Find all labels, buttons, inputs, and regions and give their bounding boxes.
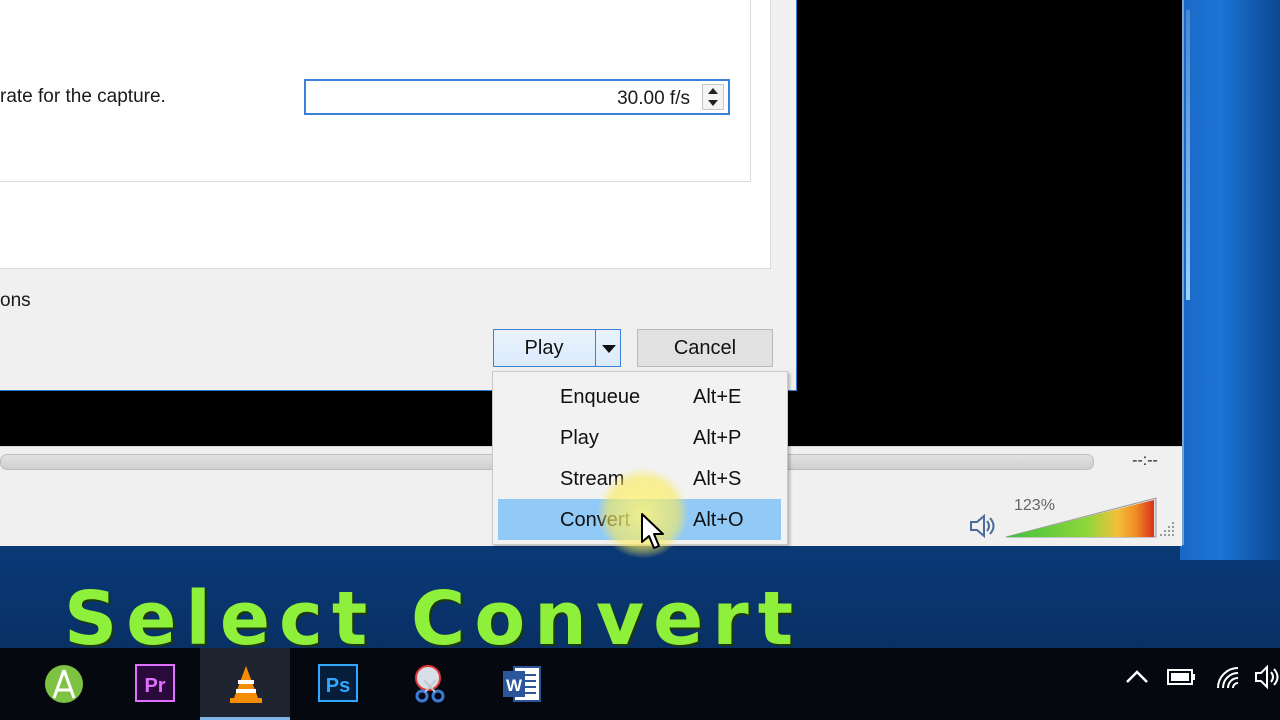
chevron-up-icon[interactable] bbox=[1124, 664, 1150, 690]
dropdown-arrow-icon[interactable] bbox=[595, 330, 621, 366]
spin-down-icon[interactable] bbox=[703, 97, 723, 109]
menu-item-play[interactable]: Play Alt+P bbox=[498, 417, 781, 458]
volume-slider[interactable] bbox=[1004, 494, 1158, 538]
svg-text:W: W bbox=[506, 676, 523, 695]
menu-item-shortcut: Alt+S bbox=[693, 468, 742, 490]
frame-rate-input[interactable]: 30.00 f/s bbox=[304, 79, 730, 115]
taskbar-word[interactable]: W bbox=[476, 648, 566, 720]
play-split-button[interactable]: Play bbox=[493, 329, 621, 367]
wifi-icon[interactable] bbox=[1214, 664, 1244, 690]
frame-rate-label: rate for the capture. bbox=[0, 86, 166, 107]
taskbar-snipping-tool[interactable] bbox=[384, 648, 474, 720]
more-options-label[interactable]: ons bbox=[0, 290, 31, 312]
photoshop-icon: Ps bbox=[318, 664, 358, 702]
svg-text:Pr: Pr bbox=[144, 675, 165, 697]
capture-options-group: rate for the capture. 30.00 f/s bbox=[0, 0, 751, 182]
menu-item-shortcut: Alt+O bbox=[693, 509, 744, 531]
taskbar-android-studio[interactable] bbox=[18, 648, 108, 720]
taskbar-premiere[interactable]: Pr bbox=[109, 648, 199, 720]
time-label: --:-- bbox=[1132, 452, 1158, 469]
capture-options-panel: rate for the capture. 30.00 f/s bbox=[0, 0, 771, 269]
battery-icon[interactable] bbox=[1166, 664, 1198, 690]
vlc-icon bbox=[230, 666, 262, 703]
android-studio-icon bbox=[45, 665, 83, 703]
desktop-background bbox=[1180, 0, 1280, 560]
volume-speaker-icon[interactable] bbox=[968, 512, 996, 540]
snipping-tool-icon bbox=[415, 665, 445, 703]
menu-item-shortcut: Alt+E bbox=[693, 386, 742, 408]
premiere-pro-icon: Pr bbox=[135, 664, 175, 702]
frame-rate-spinner[interactable] bbox=[702, 84, 724, 110]
menu-item-label: Enqueue bbox=[560, 386, 641, 408]
mouse-cursor-icon bbox=[641, 513, 664, 549]
resize-grip-icon[interactable] bbox=[1160, 520, 1176, 538]
svg-text:Ps: Ps bbox=[326, 675, 350, 697]
play-button[interactable]: Play bbox=[494, 330, 594, 366]
speaker-icon[interactable] bbox=[1254, 664, 1280, 690]
cancel-button[interactable]: Cancel bbox=[637, 329, 773, 367]
frame-rate-value: 30.00 f/s bbox=[617, 88, 690, 109]
taskbar: Pr Ps W bbox=[0, 648, 1280, 720]
menu-item-enqueue[interactable]: Enqueue Alt+E bbox=[498, 376, 781, 417]
menu-item-shortcut: Alt+P bbox=[693, 427, 742, 449]
taskbar-vlc[interactable] bbox=[200, 648, 290, 720]
spin-up-icon[interactable] bbox=[703, 85, 723, 97]
taskbar-photoshop[interactable]: Ps bbox=[292, 648, 382, 720]
word-icon: W bbox=[503, 666, 541, 702]
open-media-dialog: rate for the capture. 30.00 f/s ons Play… bbox=[0, 0, 797, 391]
menu-item-label: Play bbox=[560, 427, 599, 449]
